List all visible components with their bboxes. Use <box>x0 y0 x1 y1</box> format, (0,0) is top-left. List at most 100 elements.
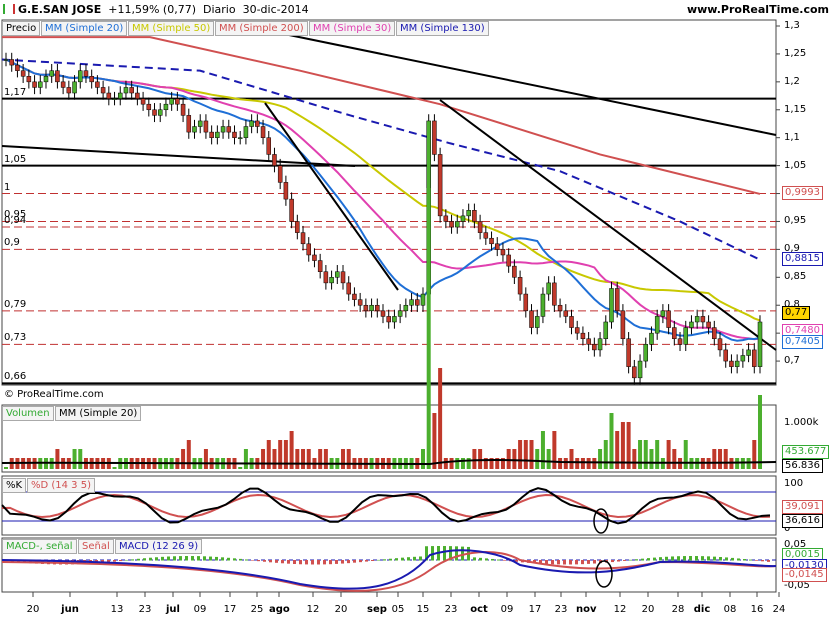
macd-histogram-bar <box>161 556 164 561</box>
macd-histogram-bar <box>329 560 332 565</box>
candle-body <box>60 81 66 88</box>
candle-body <box>237 137 243 139</box>
candle-body <box>574 327 580 334</box>
candle-body <box>277 165 283 183</box>
macd-histogram-bar <box>191 556 194 561</box>
volume-bar <box>55 449 60 469</box>
macd-histogram-bar <box>695 556 698 561</box>
volume-bar <box>643 440 648 469</box>
macd-histogram-bar <box>143 558 146 561</box>
macd-histogram-bar <box>227 557 230 561</box>
volume-axis-label: 1.000k <box>784 417 819 428</box>
volume-bar <box>592 458 597 469</box>
volume-bar <box>203 449 208 469</box>
header-left: G.E.SAN JOSE +11,59% (0,77) Diario 30-di… <box>3 3 309 17</box>
price-axis-label: 0,85 <box>784 271 807 283</box>
candle-body <box>112 98 117 100</box>
macd-histogram-bar <box>113 560 116 562</box>
candle-body <box>3 59 9 61</box>
macd-histogram-bar <box>323 560 326 565</box>
volume-bar <box>575 458 580 469</box>
x-axis-label: 20 <box>334 604 348 615</box>
candle-body <box>175 98 180 105</box>
macd-histogram-bar <box>551 560 554 565</box>
candle-body <box>552 282 557 306</box>
candle-body <box>49 70 54 77</box>
volume-bar <box>518 440 523 469</box>
macd-histogram-bar <box>593 560 596 564</box>
macd-histogram-bar <box>407 557 410 561</box>
macd-histogram-bar <box>353 560 356 563</box>
price-legend-item: MM (Simple 30) <box>309 21 396 36</box>
macd-histogram-bar <box>275 560 278 563</box>
volume-bar <box>586 458 591 469</box>
candle-body <box>614 288 620 312</box>
candle-body <box>723 349 728 362</box>
candle-body <box>129 87 134 94</box>
volume-bar <box>455 458 460 469</box>
candle-body <box>415 299 420 306</box>
macd-histogram-bar <box>557 560 560 565</box>
candle-body <box>472 210 477 222</box>
volume-bar <box>4 467 8 469</box>
macd-histogram-bar <box>497 559 500 561</box>
candle-body <box>140 98 146 105</box>
volume-bar <box>301 449 306 469</box>
macd-histogram-bar <box>455 546 458 561</box>
macd-histogram-bar <box>413 556 416 561</box>
candle-body <box>603 321 609 339</box>
candle-body <box>632 366 637 379</box>
candle-body <box>100 87 106 94</box>
volume-bar <box>512 449 517 469</box>
macd-histogram-bar <box>635 559 638 561</box>
candle-body <box>32 81 37 88</box>
volume-bar <box>649 449 654 469</box>
chart-canvas <box>1 19 780 597</box>
candle-body <box>620 310 626 339</box>
price-axis-label: 0,7 <box>784 355 800 367</box>
candle-body <box>186 115 192 133</box>
volume-bar <box>272 449 277 469</box>
macd-histogram-bar <box>251 560 254 561</box>
macd-histogram-bar <box>719 556 722 561</box>
macd-histogram-bar <box>683 556 686 561</box>
macd-histogram-bar <box>659 557 662 561</box>
volume-bar <box>181 449 186 469</box>
stoch-axis-label: 100 <box>784 478 804 489</box>
macd-histogram-bar <box>767 560 770 562</box>
candle-body <box>626 338 631 367</box>
macd-histogram-bar <box>359 560 362 563</box>
level-label: 1,17 <box>4 86 27 98</box>
x-axis-label: 05 <box>391 604 405 615</box>
macd-histogram-bar <box>479 557 482 561</box>
candle-body <box>477 221 483 233</box>
site-link[interactable]: www.ProRealTime.com <box>687 3 829 17</box>
level-label: 0,94 <box>4 215 27 227</box>
x-axis-label: 08 <box>723 604 737 615</box>
price-axis-label: 1,2 <box>784 75 800 87</box>
candle-body <box>72 81 77 94</box>
macd-histogram-bar <box>167 556 170 561</box>
x-axis-label: 24 <box>772 604 786 615</box>
x-axis-label: 23 <box>138 604 152 615</box>
candle-body <box>734 360 740 367</box>
macd-histogram-bar <box>749 559 752 561</box>
macd-last-value: -0,0145 <box>782 568 827 582</box>
candle-body <box>26 76 32 83</box>
volume-bar <box>535 449 540 469</box>
candle-body <box>523 293 529 312</box>
price-legend-item: MM (Simple 20) <box>41 21 128 36</box>
stoch-k-last-value: 39,091 <box>782 500 823 514</box>
x-axis-label: 09 <box>500 604 514 615</box>
volume-bar <box>460 458 465 469</box>
macd-histogram-bar <box>341 560 344 564</box>
macd-histogram-bar <box>443 546 446 561</box>
volume-bar <box>186 440 191 469</box>
macd-histogram-bar <box>269 560 272 563</box>
candle-body <box>746 349 751 356</box>
macd-histogram-bar <box>419 556 422 561</box>
macd-histogram-bar <box>503 560 506 561</box>
candle-body <box>500 249 506 256</box>
candle-body <box>78 70 83 83</box>
volume-bar <box>306 449 311 469</box>
